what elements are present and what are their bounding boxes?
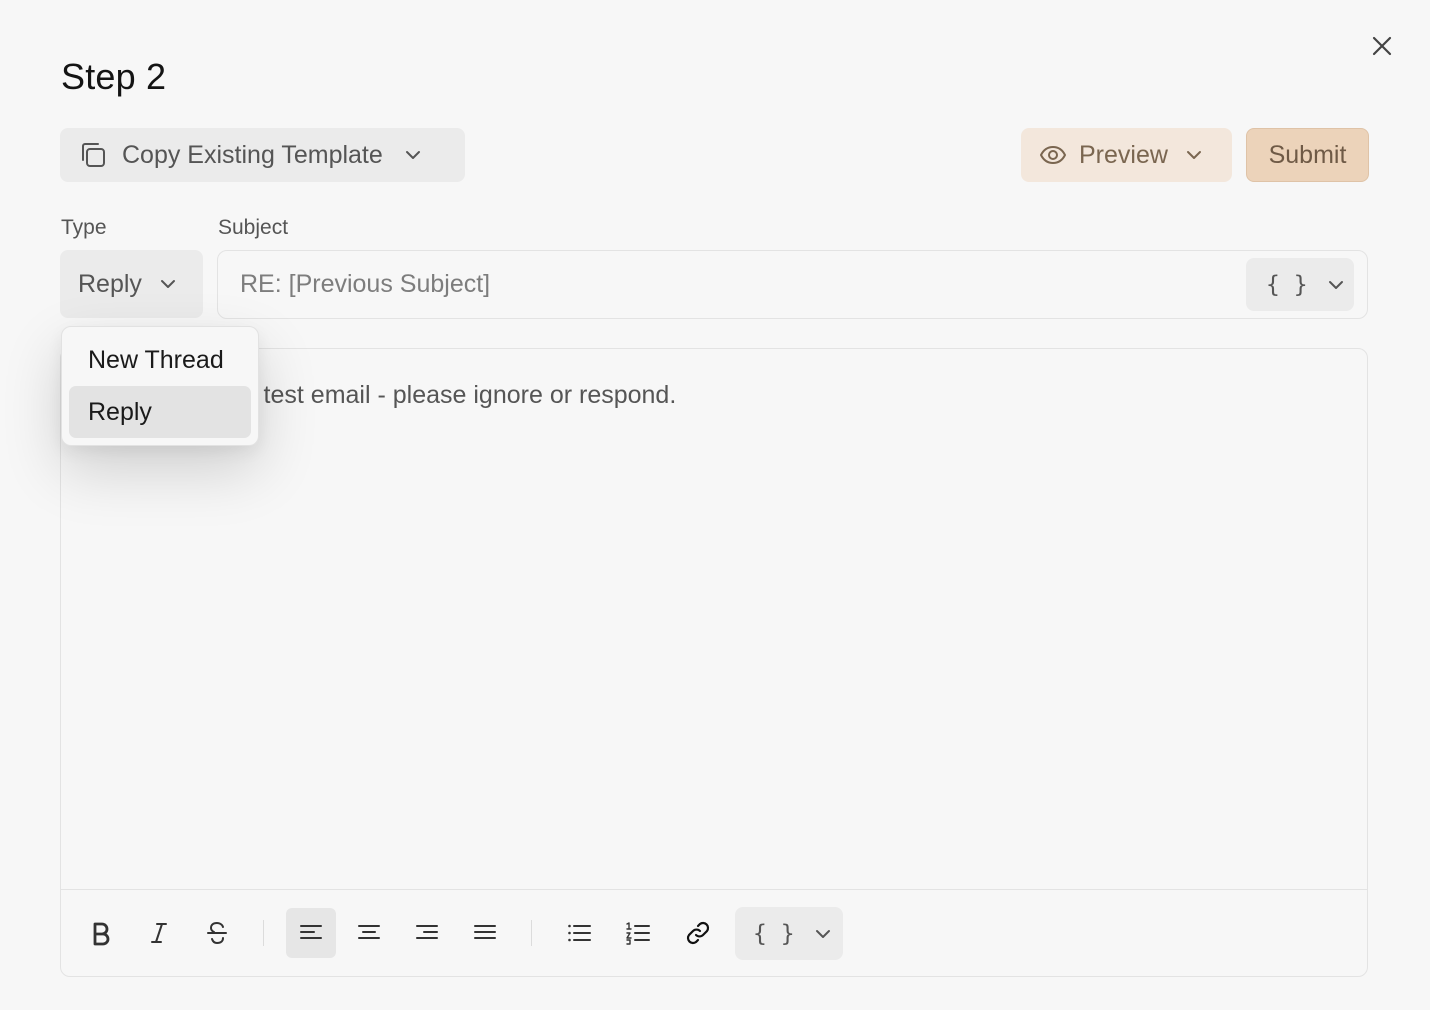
- bold-icon: [93, 922, 110, 946]
- variables-braces-label: { }: [1266, 271, 1308, 298]
- dialog-title: Step 2: [61, 56, 167, 97]
- subject-label: Subject: [218, 216, 289, 239]
- copy-existing-template-button[interactable]: Copy Existing Template: [60, 128, 465, 182]
- bold-button[interactable]: [76, 908, 126, 958]
- copy-template-label: Copy Existing Template: [122, 140, 383, 169]
- toolbar-separator: [263, 920, 264, 946]
- align-justify-icon: [474, 925, 496, 939]
- bullet-list-icon: [568, 924, 591, 942]
- chevron-down-icon: [813, 924, 833, 944]
- italic-icon: [151, 923, 167, 943]
- type-label: Type: [61, 216, 107, 239]
- close-icon: [1372, 36, 1392, 56]
- chevron-down-icon: [1326, 275, 1346, 295]
- variables-braces-label: { }: [753, 920, 795, 947]
- chevron-down-icon: [1184, 145, 1204, 165]
- italic-button[interactable]: [134, 908, 184, 958]
- align-right-button[interactable]: [402, 908, 452, 958]
- link-button[interactable]: [673, 908, 723, 958]
- bullet-list-button[interactable]: [554, 908, 604, 958]
- align-right-icon: [416, 925, 438, 939]
- copy-icon: [82, 143, 105, 167]
- editor-variables-button[interactable]: { }: [735, 907, 843, 960]
- strikethrough-button[interactable]: [192, 908, 242, 958]
- close-button[interactable]: [1366, 30, 1398, 62]
- step-dialog: Step 2 Copy Existing Template Preview Su…: [0, 0, 1430, 1010]
- type-option-reply[interactable]: Reply: [69, 386, 251, 438]
- strikethrough-icon: [207, 921, 227, 945]
- chevron-down-icon: [158, 274, 178, 294]
- preview-button[interactable]: Preview: [1021, 128, 1232, 182]
- link-icon: [686, 921, 710, 945]
- subject-field: { }: [217, 250, 1368, 319]
- align-left-button[interactable]: [286, 908, 336, 958]
- subject-variables-button[interactable]: { }: [1246, 258, 1354, 311]
- type-dropdown-menu: New Thread Reply: [61, 326, 259, 446]
- align-justify-button[interactable]: [460, 908, 510, 958]
- align-left-icon: [300, 925, 322, 939]
- submit-button[interactable]: Submit: [1246, 128, 1369, 182]
- editor-toolbar: { }: [61, 889, 1367, 977]
- type-select[interactable]: Reply: [60, 250, 203, 318]
- eye-icon: [1040, 146, 1066, 164]
- type-select-value: Reply: [78, 269, 142, 298]
- numbered-list-icon: [626, 922, 650, 945]
- align-center-icon: [358, 925, 380, 939]
- numbered-list-button[interactable]: [613, 908, 663, 958]
- align-center-button[interactable]: [344, 908, 394, 958]
- toolbar-separator: [531, 920, 532, 946]
- preview-label: Preview: [1079, 140, 1168, 169]
- chevron-down-icon: [403, 145, 423, 165]
- subject-input[interactable]: [240, 251, 1230, 318]
- type-option-new-thread[interactable]: New Thread: [69, 334, 251, 386]
